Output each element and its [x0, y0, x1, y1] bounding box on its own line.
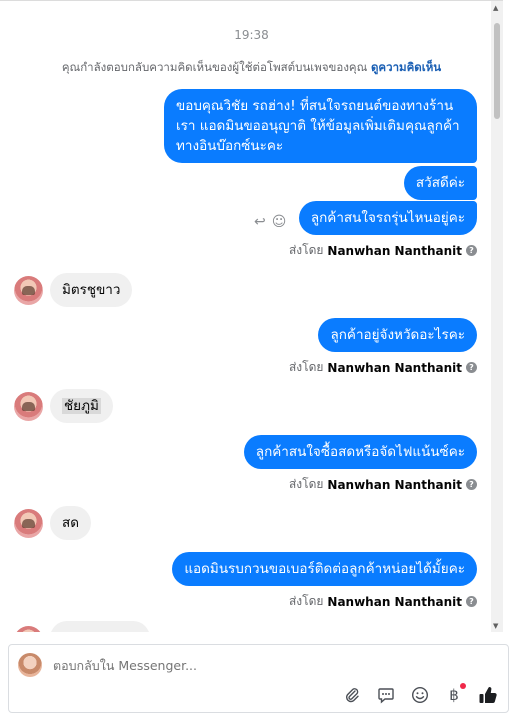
scrollbar[interactable]: ▲ ▼ [491, 1, 503, 632]
incoming-message-partial[interactable] [50, 621, 150, 632]
message-timestamp: 19:38 [234, 28, 269, 42]
sent-by-prefix: ส่งโดย [288, 594, 324, 608]
payment-icon[interactable]: ฿ [444, 683, 466, 705]
sender-name: Nanwhan Nanthanit [327, 594, 462, 609]
incoming-message[interactable]: ชัยภูมิ [50, 389, 113, 423]
help-icon[interactable]: ? [466, 362, 477, 373]
scrollbar-thumb[interactable] [494, 23, 500, 119]
reply-notice-text: คุณกำลังตอบกลับความคิดเห็นของผู้ใช้ต่อโพ… [61, 60, 368, 74]
incoming-message[interactable]: สด [50, 506, 92, 540]
sent-by-prefix: ส่งโดย [288, 243, 324, 257]
outgoing-message[interactable]: ลูกค้าอยู่จังหวัดอะไรคะ [318, 318, 477, 352]
like-icon[interactable] [478, 685, 498, 705]
highlighted-text: ชัยภูมิ [62, 398, 101, 414]
attachment-icon[interactable] [342, 685, 362, 705]
sender-name: Nanwhan Nanthanit [327, 477, 462, 492]
scroll-down-arrow-icon[interactable]: ▼ [493, 622, 498, 630]
scroll-up-arrow-icon[interactable]: ▲ [493, 4, 498, 12]
conversation-panel: 19:38 คุณกำลังตอบกลับความคิดเห็นของผู้ใช… [0, 0, 503, 632]
sent-by-prefix: ส่งโดย [288, 477, 324, 491]
composer-toolbar: ฿ [342, 683, 498, 705]
sent-by-prefix: ส่งโดย [288, 360, 324, 374]
avatar[interactable] [14, 626, 43, 632]
sent-by-label: ส่งโดย Nanwhan Nanthanit ? [289, 241, 477, 260]
sender-name: Nanwhan Nanthanit [327, 360, 462, 375]
sender-name: Nanwhan Nanthanit [327, 243, 462, 258]
view-comment-link[interactable]: ดูความคิดเห็น [371, 60, 441, 74]
emoji-icon[interactable] [410, 685, 430, 705]
notification-dot [460, 683, 466, 689]
saved-replies-icon[interactable] [376, 685, 396, 705]
help-icon[interactable]: ? [466, 596, 477, 607]
avatar[interactable] [14, 276, 43, 305]
outgoing-message[interactable]: สวัสดีค่ะ [403, 166, 477, 200]
avatar [18, 653, 42, 677]
outgoing-message[interactable]: ลูกค้าสนใจซื้อสดหรือจัดไฟแน้นซ์คะ [243, 435, 477, 469]
reply-notice: คุณกำลังตอบกลับความคิดเห็นของผู้ใช้ต่อโพ… [0, 59, 503, 77]
outgoing-message[interactable]: แอดมินรบกวนขอเบอร์ติดต่อลูกค้าหน่อยได้มั… [172, 552, 477, 586]
reply-input[interactable] [53, 658, 353, 673]
message-actions: ↩ ☺ [254, 214, 286, 230]
sent-by-label: ส่งโดย Nanwhan Nanthanit ? [289, 592, 477, 611]
avatar[interactable] [14, 392, 43, 421]
incoming-message[interactable]: มิตรชูขาว [50, 273, 133, 307]
avatar[interactable] [14, 509, 43, 538]
outgoing-message[interactable]: ลูกค้าสนใจรถรุ่นไหนอยู่คะ [298, 201, 477, 235]
outgoing-message[interactable]: ขอบคุณวิชัย รถฮ่าง! ที่สนใจรถยนต์ของทางร… [164, 89, 477, 163]
help-icon[interactable]: ? [466, 479, 477, 490]
sent-by-label: ส่งโดย Nanwhan Nanthanit ? [289, 358, 477, 377]
reply-composer: ฿ [8, 644, 509, 713]
sent-by-label: ส่งโดย Nanwhan Nanthanit ? [289, 475, 477, 494]
reply-icon[interactable]: ↩ [254, 214, 266, 230]
emoji-reaction-icon[interactable]: ☺ [272, 214, 287, 230]
help-icon[interactable]: ? [466, 245, 477, 256]
